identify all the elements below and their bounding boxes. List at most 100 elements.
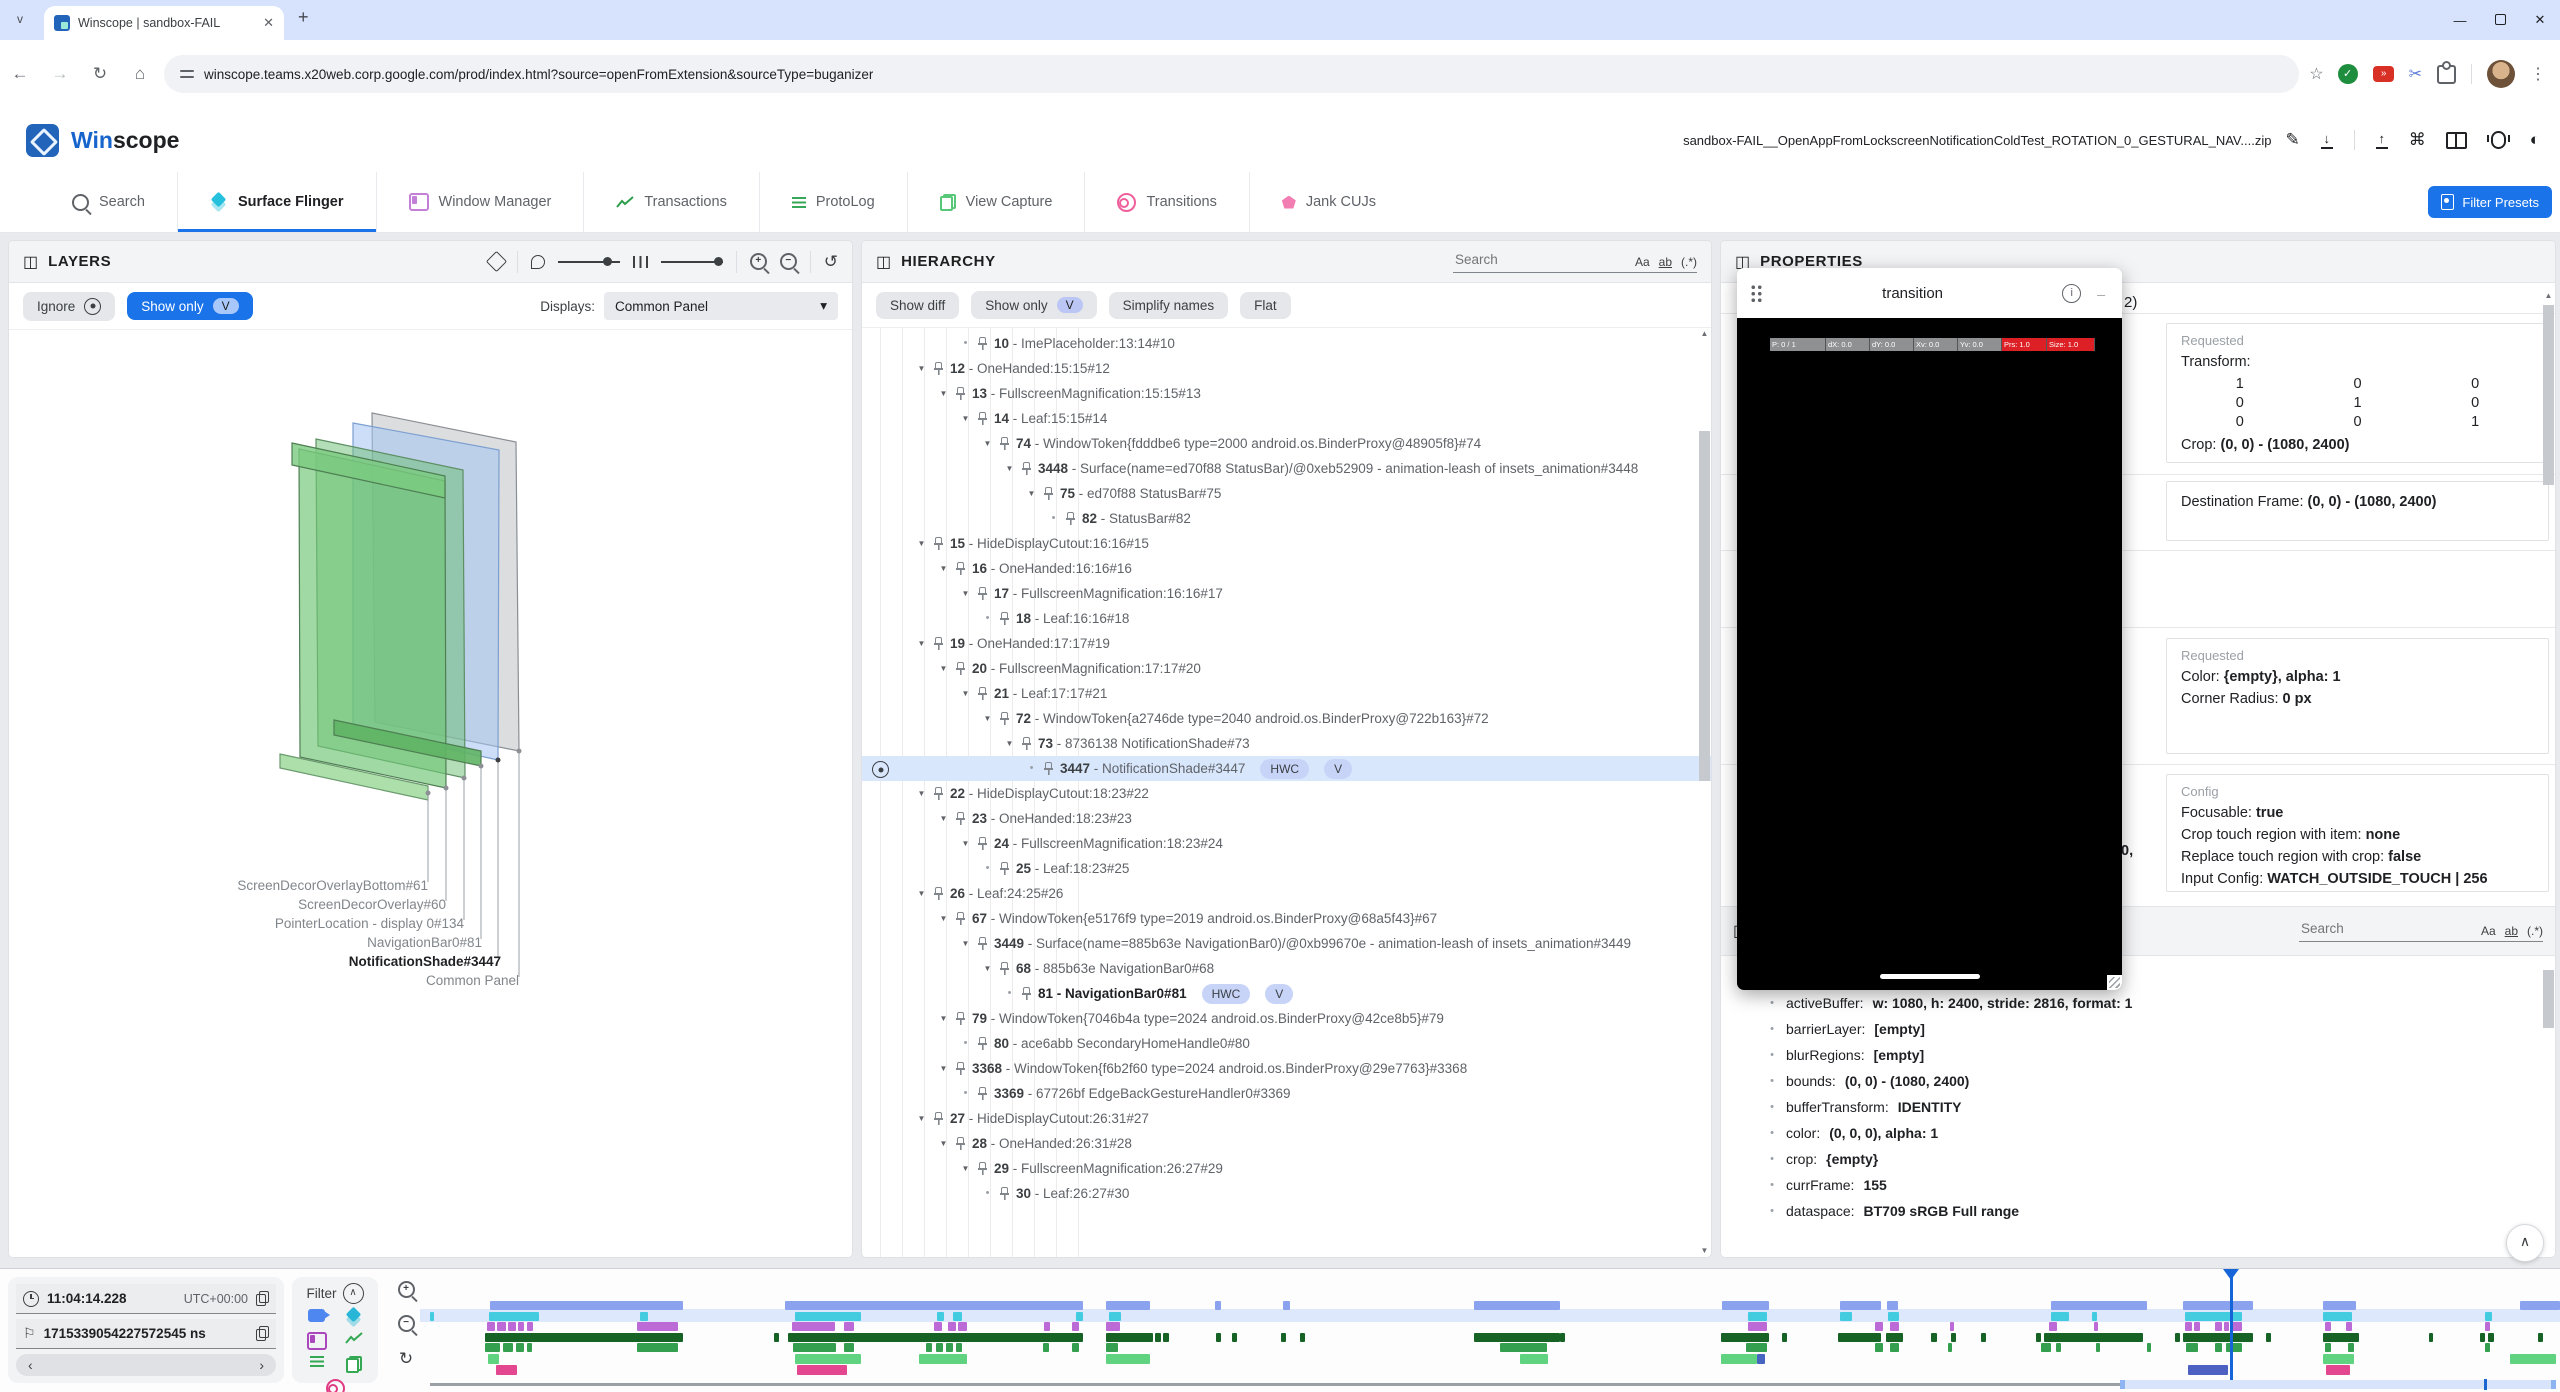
timeline-block-protolog[interactable]	[2325, 1343, 2331, 1352]
timeline-block-window-manager[interactable]	[2325, 1322, 2331, 1331]
ns-time-field[interactable]: ⚐ 1715339054227572545 ns	[16, 1319, 276, 1349]
hierarchy-row[interactable]: ▼3368 - WindowToken{f6b2f60 type=2024 an…	[862, 1056, 1711, 1081]
tab-view-capture[interactable]: View Capture	[907, 172, 1085, 232]
hierarchy-row[interactable]: •82 - StatusBar#82	[862, 506, 1711, 531]
window-minimize-button[interactable]: —	[2440, 13, 2480, 28]
layers-3d-canvas[interactable]: ScreenDecorOverlayBottom#61 ScreenDecorO…	[9, 330, 852, 1257]
layer-label[interactable]: Common Panel	[426, 973, 519, 988]
expand-arrow-icon[interactable]: ▼	[960, 831, 971, 856]
timeline-block-window-manager[interactable]	[1875, 1322, 1883, 1331]
timeline-block-screen-recording[interactable]	[2520, 1301, 2560, 1310]
ignore-button[interactable]: Ignore	[23, 292, 115, 321]
timeline-block-protolog[interactable]	[936, 1343, 943, 1352]
pin-icon[interactable]	[978, 687, 987, 700]
expand-arrow-icon[interactable]: ▼	[938, 1131, 949, 1156]
flat-button[interactable]: Flat	[1240, 292, 1291, 319]
timeline-block-protolog[interactable]	[2041, 1343, 2051, 1352]
hierarchy-row[interactable]: ▼21 - Leaf:17:17#21	[862, 681, 1711, 706]
timeline-block-window-manager[interactable]	[497, 1322, 506, 1331]
profile-avatar[interactable]	[2487, 60, 2515, 88]
timeline-block-transactions[interactable]	[1782, 1333, 1787, 1342]
hierarchy-row[interactable]: •81 - NavigationBar0#81HWCV	[862, 981, 1711, 1006]
hierarchy-row[interactable]: ▼14 - Leaf:15:15#14	[862, 406, 1711, 431]
timeline-block-protolog[interactable]	[2485, 1343, 2490, 1352]
timeline-block-transactions[interactable]	[2266, 1333, 2271, 1342]
timeline-block-transactions[interactable]	[1931, 1333, 1937, 1342]
copy-icon[interactable]	[256, 1326, 269, 1341]
hierarchy-row[interactable]: ▼73 - 8736138 NotificationShade#73	[862, 731, 1711, 756]
timeline-block-surface-flinger[interactable]	[1840, 1312, 1852, 1321]
pin-icon[interactable]	[1000, 962, 1009, 975]
timeline-block-surface-flinger[interactable]	[2092, 1312, 2097, 1321]
hierarchy-row[interactable]: ▼12 - OneHanded:15:15#12	[862, 356, 1711, 381]
timeline-block-screen-recording[interactable]	[1215, 1301, 1221, 1310]
hierarchy-row[interactable]: ▼29 - FullscreenMagnification:26:27#29	[862, 1156, 1711, 1181]
pin-icon[interactable]	[1000, 712, 1009, 725]
pin-icon[interactable]	[978, 937, 987, 950]
drag-handle-icon[interactable]	[1750, 284, 1763, 303]
timeline-block-transactions[interactable]	[1216, 1333, 1221, 1342]
timeline-block-protolog[interactable]	[516, 1343, 524, 1352]
match-case-icon[interactable]: Aa	[2481, 924, 2496, 938]
expand-arrow-icon[interactable]: ▼	[938, 556, 949, 581]
timeline-block-window-manager[interactable]	[934, 1322, 942, 1331]
timeline-block-protolog[interactable]	[2147, 1343, 2151, 1352]
pin-icon[interactable]	[1022, 462, 1031, 475]
pin-icon[interactable]	[978, 1087, 987, 1100]
timeline-block-transitions[interactable]	[797, 1365, 847, 1375]
human-time-field[interactable]: 11:04:14.228 UTC+00:00	[16, 1284, 276, 1314]
info-icon[interactable]: i	[2062, 284, 2081, 303]
protolog-filter-icon[interactable]	[310, 1356, 324, 1367]
regex-icon[interactable]: (.*)	[1681, 255, 1697, 269]
timeline-block-protolog[interactable]	[1746, 1343, 1767, 1352]
properties-tree-node[interactable]: •dataspace: BT709 sRGB Full range	[1721, 1198, 2555, 1224]
browser-menu-icon[interactable]: ⋮	[2530, 64, 2546, 84]
pin-icon[interactable]	[956, 1137, 965, 1150]
collapse-filter-icon[interactable]: ∧	[343, 1283, 364, 1304]
hierarchy-row[interactable]: ▼75 - ed70f88 StatusBar#75	[862, 481, 1711, 506]
hierarchy-row[interactable]: ▼26 - Leaf:24:25#26	[862, 881, 1711, 906]
expand-arrow-icon[interactable]: ▼	[938, 906, 949, 931]
timeline-block-window-manager[interactable]	[1748, 1322, 1767, 1331]
bookmark-star-icon[interactable]: ☆	[2309, 64, 2323, 84]
shortcuts-icon[interactable]: ⌘	[2409, 130, 2426, 150]
url-text[interactable]: winscope.teams.x20web.corp.google.com/pr…	[204, 67, 873, 82]
tab-search[interactable]: Search	[40, 172, 177, 232]
pin-icon[interactable]	[956, 1062, 965, 1075]
timeline-block-transactions[interactable]	[1474, 1333, 1560, 1342]
window-manager-filter-icon[interactable]	[307, 1332, 327, 1350]
timeline-block-window-manager[interactable]	[792, 1322, 835, 1331]
regex-icon[interactable]: (.*)	[2527, 924, 2543, 938]
hierarchy-row[interactable]: ▼27 - HideDisplayCutout:26:31#27	[862, 1106, 1711, 1131]
hierarchy-row[interactable]: •30 - Leaf:26:27#30	[862, 1181, 1711, 1206]
pin-icon[interactable]	[934, 637, 943, 650]
timeline-block-protolog[interactable]	[485, 1343, 500, 1352]
site-info-icon[interactable]	[180, 68, 194, 80]
expand-arrow-icon[interactable]: ▼	[982, 431, 993, 456]
timeline-block-protolog[interactable]	[1500, 1343, 1547, 1352]
expand-arrow-icon[interactable]: ▼	[938, 656, 949, 681]
rotation-icon[interactable]	[531, 255, 545, 269]
rotation-slider[interactable]	[558, 261, 620, 263]
pin-icon[interactable]	[1044, 487, 1053, 500]
timeline-block-protolog[interactable]	[1106, 1343, 1118, 1352]
pin-icon[interactable]	[956, 1012, 965, 1025]
timeline-block-protolog[interactable]	[1948, 1343, 1952, 1352]
timeline-full-range[interactable]	[430, 1383, 2120, 1386]
properties-tree-node[interactable]: •barrierLayer: [empty]	[1721, 1016, 2555, 1042]
timeline-block-transactions[interactable]	[2183, 1333, 2253, 1342]
expand-arrow-icon[interactable]: ▼	[960, 1156, 971, 1181]
timeline-block-window-manager[interactable]	[508, 1322, 516, 1331]
properties-search-input[interactable]	[2299, 919, 2471, 938]
timeline-block-window-manager[interactable]	[1106, 1322, 1120, 1331]
timeline-block-protolog[interactable]	[2348, 1343, 2354, 1352]
timeline-block-surface-flinger[interactable]	[1748, 1312, 1767, 1321]
scroll-down-icon[interactable]: ▼	[1699, 1246, 1710, 1255]
pin-icon[interactable]	[978, 1162, 987, 1175]
pin-icon[interactable]	[1000, 437, 1009, 450]
report-bug-icon[interactable]	[2491, 131, 2506, 149]
pin-icon[interactable]	[1066, 512, 1075, 525]
timeline-block-window-manager[interactable]	[2232, 1322, 2242, 1331]
next-frame-icon[interactable]: ›	[259, 1357, 264, 1373]
screen-recording-filter-icon[interactable]	[308, 1309, 325, 1322]
